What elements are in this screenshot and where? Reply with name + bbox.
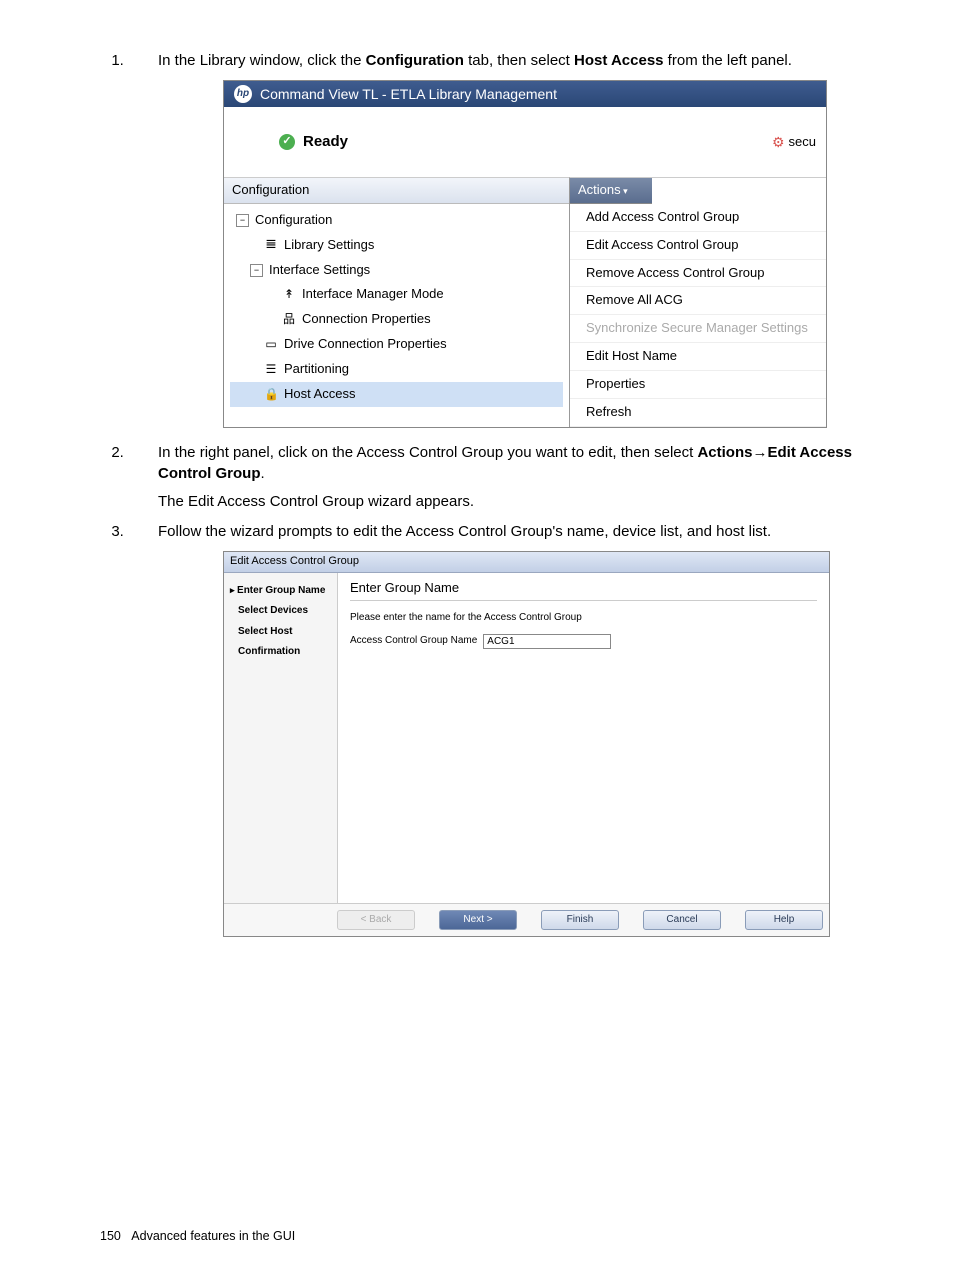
wizard-step-select-devices[interactable]: Select Devices — [228, 601, 333, 622]
step3-text: Follow the wizard prompts to edit the Ac… — [158, 523, 771, 540]
finish-button[interactable]: Finish — [541, 910, 619, 931]
action-properties[interactable]: Properties — [570, 371, 826, 399]
group-name-label: Access Control Group Name — [350, 634, 477, 649]
tree-connection-properties[interactable]: 品 Connection Properties — [230, 307, 563, 332]
tree-label: Library Settings — [284, 236, 374, 255]
page-footer: 150 Advanced features in the GUI — [100, 1229, 295, 1243]
tree-label: Configuration — [255, 211, 332, 230]
tree-label: Interface Manager Mode — [302, 285, 444, 304]
hp-logo-icon: hp — [234, 85, 252, 103]
actions-dropdown[interactable]: Actions — [570, 178, 652, 204]
figure-2: Edit Access Control Group Enter Group Na… — [223, 551, 830, 937]
wizard-step-select-host[interactable]: Select Host — [228, 622, 333, 643]
tree-label: Host Access — [284, 385, 356, 404]
action-add-acg[interactable]: Add Access Control Group — [570, 204, 826, 232]
window-titlebar: hp Command View TL - ETLA Library Manage… — [224, 81, 826, 107]
config-tree: − Configuration 𝌆 Library Settings − Int… — [224, 204, 569, 411]
wizard-content: Enter Group Name Please enter the name f… — [338, 573, 829, 903]
tree-drive-connection-properties[interactable]: ▭ Drive Connection Properties — [230, 332, 563, 357]
step1-text-suffix: from the left panel. — [664, 52, 792, 69]
step2-line2: The Edit Access Control Group wizard app… — [158, 491, 894, 513]
actions-menu: Add Access Control Group Edit Access Con… — [570, 204, 826, 427]
tree-label: Drive Connection Properties — [284, 335, 447, 354]
wizard-step-list: Enter Group Name Select Devices Select H… — [224, 573, 338, 903]
drive-icon: ▭ — [264, 336, 278, 353]
left-panel: Configuration − Configuration 𝌆 Library … — [224, 177, 570, 427]
back-button: < Back — [337, 910, 415, 931]
connection-icon: 品 — [282, 311, 296, 328]
step2-arrow: → — [752, 444, 767, 461]
settings-icon: 𝌆 — [264, 236, 278, 253]
figure-1: hp Command View TL - ETLA Library Manage… — [223, 80, 827, 428]
step1-bold1: Configuration — [366, 52, 464, 69]
secure-icon: ⚙ — [772, 132, 785, 152]
collapse-icon[interactable]: − — [250, 264, 263, 277]
wizard-titlebar: Edit Access Control Group — [224, 552, 829, 573]
tree-configuration[interactable]: − Configuration — [230, 208, 563, 233]
action-remove-all-acg[interactable]: Remove All ACG — [570, 287, 826, 315]
step1-text-prefix: In the Library window, click the — [158, 52, 366, 69]
mode-icon: ↟ — [282, 286, 296, 303]
action-remove-acg[interactable]: Remove Access Control Group — [570, 260, 826, 288]
wizard-button-bar: < Back Next > Finish Cancel Help — [224, 903, 829, 937]
step-1: In the Library window, click the Configu… — [128, 50, 894, 428]
wizard-content-title: Enter Group Name — [350, 579, 817, 602]
step1-text-mid: tab, then select — [464, 52, 574, 69]
left-panel-header: Configuration — [224, 178, 569, 204]
cancel-button[interactable]: Cancel — [643, 910, 721, 931]
wizard-instruction: Please enter the name for the Access Con… — [350, 611, 817, 626]
status-ready: ✓ Ready — [279, 131, 348, 153]
step1-bold2: Host Access — [574, 52, 664, 69]
action-sync-secure: Synchronize Secure Manager Settings — [570, 315, 826, 343]
status-bar: ✓ Ready ⚙ secu — [224, 107, 826, 177]
wizard-step-enter-group-name[interactable]: Enter Group Name — [228, 581, 333, 602]
step2-suffix: . — [260, 465, 264, 482]
help-button[interactable]: Help — [745, 910, 823, 931]
tree-host-access[interactable]: 🔒 Host Access — [230, 382, 563, 407]
tree-interface-settings[interactable]: − Interface Settings — [230, 258, 563, 283]
secure-indicator: ⚙ secu — [772, 132, 816, 152]
action-edit-host-name[interactable]: Edit Host Name — [570, 343, 826, 371]
step2-text-prefix: In the right panel, click on the Access … — [158, 444, 697, 461]
collapse-icon[interactable]: − — [236, 214, 249, 227]
footer-text: Advanced features in the GUI — [131, 1229, 295, 1243]
group-name-input[interactable] — [483, 634, 611, 649]
status-label: Ready — [303, 131, 348, 153]
wizard-step-confirmation[interactable]: Confirmation — [228, 642, 333, 663]
tree-partitioning[interactable]: ☰ Partitioning — [230, 357, 563, 382]
lock-icon: 🔒 — [264, 386, 278, 403]
action-edit-acg[interactable]: Edit Access Control Group — [570, 232, 826, 260]
tree-label: Interface Settings — [269, 261, 370, 280]
tree-label: Partitioning — [284, 360, 349, 379]
tree-interface-manager-mode[interactable]: ↟ Interface Manager Mode — [230, 282, 563, 307]
tree-library-settings[interactable]: 𝌆 Library Settings — [230, 233, 563, 258]
secure-label: secu — [789, 133, 816, 152]
next-button[interactable]: Next > — [439, 910, 517, 931]
window-title: Command View TL - ETLA Library Managemen… — [260, 84, 557, 104]
page-number: 150 — [100, 1229, 121, 1243]
step-2: In the right panel, click on the Access … — [128, 442, 894, 513]
partition-icon: ☰ — [264, 361, 278, 378]
step-3: Follow the wizard prompts to edit the Ac… — [128, 521, 894, 937]
right-panel: Actions Add Access Control Group Edit Ac… — [570, 177, 826, 427]
action-refresh[interactable]: Refresh — [570, 399, 826, 427]
tree-label: Connection Properties — [302, 310, 431, 329]
step2-bold1: Actions — [697, 444, 752, 461]
check-icon: ✓ — [279, 134, 295, 150]
